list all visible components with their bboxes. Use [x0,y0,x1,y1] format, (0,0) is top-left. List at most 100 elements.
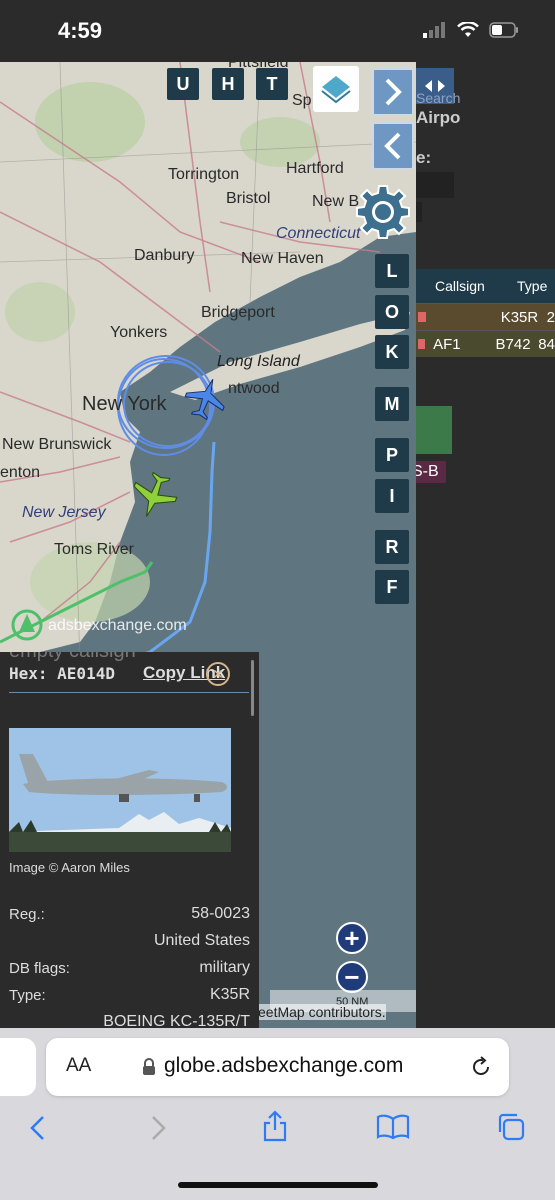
chevron-right-icon [385,78,402,106]
address-bar[interactable]: AA globe.adsbexchange.com [46,1038,509,1096]
panel-block [416,202,422,222]
map-label-trenton: enton [0,464,41,481]
field-label: DB flags: [9,960,70,977]
map-button-k[interactable]: K [375,335,409,369]
map-button-o[interactable]: O [375,295,409,329]
tag-text: S-B [416,463,439,480]
tag-badge: S-B [416,461,446,483]
aircraft-list-panel: Search Airpo e: / S-B [416,62,555,1028]
map-button-f[interactable]: F [375,570,409,604]
aircraft-table: Callsign Type K35R 2 AF1 B742 84 [416,269,555,357]
map-label-torrington: Torrington [168,166,240,183]
zoom-out-label: − [344,961,360,992]
lock-icon [143,1058,155,1075]
header-callsign[interactable]: Callsign [435,278,517,294]
share-icon[interactable] [262,1110,288,1142]
close-icon[interactable]: ✕ [206,662,230,686]
map-label-long-island: Long Island [217,353,300,370]
map-button-i[interactable]: I [375,479,409,513]
field-value: United States [153,932,250,949]
row-callsign: AF1 [433,335,461,353]
search-text: Search [416,90,461,106]
row-extra: 2 [546,308,555,326]
image-credit: Image © Aaron Miles [9,860,130,875]
row-type: B742 [495,335,531,353]
green-status [416,406,452,454]
expand-panel-button[interactable] [372,68,414,116]
collapse-panel-button[interactable] [372,122,414,170]
chevron-left-icon [384,132,401,160]
map-label-new-jersey: New Jersey [22,504,106,521]
aircraft-green-icon[interactable] [130,472,178,520]
browser-toolbar [0,1108,555,1168]
map-label-yonkers: Yonkers [110,324,168,341]
bookmarks-icon[interactable] [376,1114,410,1140]
header-type[interactable]: Type [517,278,555,294]
field-value: BOEING KC-135R/T [103,1013,250,1028]
map-watermark: adsbexchange.com [48,617,187,634]
field-label: e: [416,148,432,167]
scrollbar[interactable] [251,660,254,716]
map-label-springfield: Sp [292,92,312,109]
table-header: Callsign Type [416,269,555,303]
status-time: 4:59 [58,18,103,43]
back-icon[interactable] [28,1114,48,1142]
divider [9,692,249,693]
map-label-bristol: Bristol [226,190,271,207]
field-value: K35R [209,986,250,1003]
gear-icon [356,185,410,239]
flag-icon [418,339,426,349]
table-row[interactable]: K35R 2 [416,303,555,330]
signal-icon [423,22,445,38]
filter-input[interactable] [416,172,454,198]
map-label-new-brunswick: New Brunswick [2,436,112,453]
row-type: K35R [500,308,539,326]
zoom-in-button[interactable]: + [336,922,368,954]
tabs-icon[interactable] [496,1112,526,1142]
home-indicator [178,1182,378,1188]
map-label-toms-river: Toms River [54,541,135,558]
map-button-m[interactable]: M [375,387,409,421]
zoom-in-label: + [344,922,360,953]
zoom-out-button[interactable]: − [336,961,368,993]
layers-button[interactable] [313,66,359,112]
settings-button[interactable] [353,182,413,242]
field-value: 58-0023 [191,905,250,922]
field-label: Reg.: [9,906,45,923]
airport-label: Airpo [416,108,461,127]
status-bar: 4:59 [0,0,555,62]
map-label-hartford: Hartford [286,160,344,177]
aircraft-photo [9,728,231,852]
map-label-connecticut: Connecticut [276,225,361,242]
map-label-new-haven: New Haven [241,250,324,267]
map-button-p[interactable]: P [375,438,409,472]
hex-code: Hex: AE014D [9,664,115,683]
reload-icon[interactable] [470,1056,492,1078]
map-label-new-york: New York [82,393,167,415]
text-size-button[interactable]: AA [66,1055,91,1077]
aircraft-blue-icon[interactable] [184,376,228,420]
field-value: military [199,959,250,976]
status-icons [423,22,519,38]
table-row[interactable]: AF1 B742 84 [416,330,555,357]
layers-icon [321,76,351,104]
callsign-faded: empty callsign [9,652,136,663]
map-button-u[interactable]: U [167,68,199,100]
map-label-danbury: Danbury [134,247,195,264]
aircraft-info-panel: empty callsign Hex: AE014D Copy Link ✕ I… [0,652,259,1028]
prev-tab-field[interactable] [0,1038,36,1096]
map-label-bridgeport: Bridgeport [201,304,275,321]
map-button-h[interactable]: H [212,68,244,100]
map-attribution[interactable]: eetMap contributors. [258,1004,386,1020]
map-label-brentwood: ntwood [228,380,280,397]
forward-icon[interactable] [148,1114,168,1142]
battery-icon [489,22,518,38]
map-button-l[interactable]: L [375,254,409,288]
flag-icon [418,312,426,322]
field-label: Type: [9,987,46,1004]
map-button-r[interactable]: R [375,530,409,564]
browser-bar: AA globe.adsbexchange.com [0,1028,555,1200]
row-extra: 84 [538,335,555,353]
wifi-icon [457,22,479,37]
map-button-t[interactable]: T [256,68,288,100]
